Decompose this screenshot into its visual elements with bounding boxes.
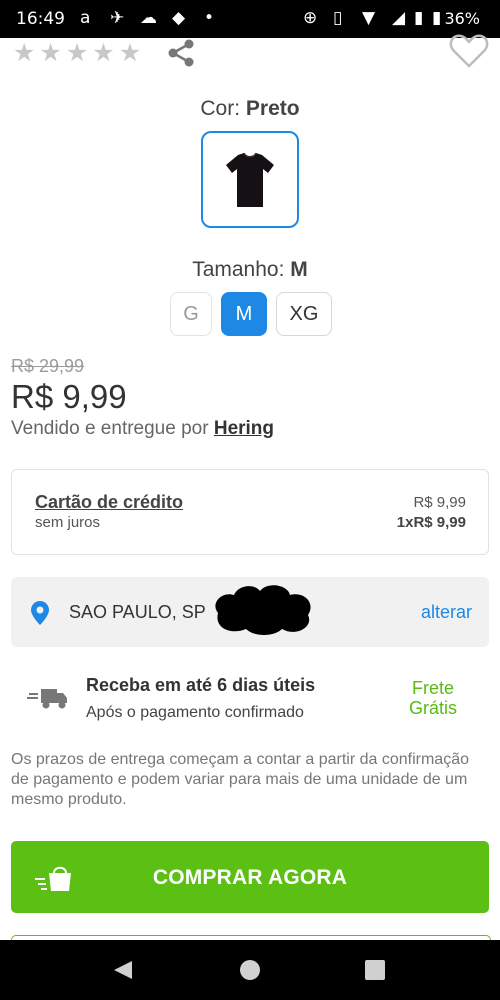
data-saver-icon: ⊕ [303, 8, 318, 28]
seller-info: Vendido e entregue por Hering [11, 418, 274, 440]
current-price: R$ 9,99 [11, 378, 127, 415]
nav-home-icon[interactable] [240, 960, 260, 980]
size-label-text: Tamanho: [192, 258, 285, 281]
color-value: Preto [245, 97, 300, 120]
color-option-swatch[interactable] [201, 131, 299, 228]
brain-icon: ☁ [140, 8, 157, 28]
fast-delivery-truck-icon [27, 689, 67, 709]
network-icon: ▮ [414, 8, 424, 28]
flame-icon: ◆ [172, 8, 186, 28]
location-pin-icon [31, 601, 49, 625]
payment-note: sem juros [35, 514, 101, 531]
status-bar: 16:49 a ✈ ☁ ◆ • ⊕ ▯ ▼ ◢ ▮ ▮ 36% [0, 0, 500, 38]
free-shipping-badge: Frete Grátis [396, 678, 470, 718]
size-selector-label: Tamanho: M [0, 258, 500, 282]
tshirt-thumbnail [226, 152, 274, 207]
status-time: 16:49 [16, 9, 65, 29]
nav-recent-apps-icon[interactable] [365, 960, 385, 980]
location-text: SAO PAULO, SP [69, 602, 206, 622]
seller-link[interactable]: Hering [214, 418, 274, 439]
nav-back-icon[interactable] [112, 959, 134, 981]
rating-stars[interactable]: ★ ★ ★ ★ ★ [13, 38, 141, 68]
star-icon: ★ [65, 39, 89, 67]
buy-now-button[interactable]: COMPRAR AGORA [11, 841, 489, 913]
signature-icon: ✈ [110, 8, 125, 28]
battery-percent: 36% [444, 9, 480, 28]
free-shipping-line1: Frete [411, 678, 454, 698]
free-shipping-line2: Grátis [408, 698, 457, 718]
change-location-link[interactable]: alterar [421, 602, 472, 623]
seller-prefix: Vendido e entregue por [11, 418, 209, 439]
signal-icon: ▼ [362, 8, 376, 28]
android-nav-bar [0, 940, 500, 1000]
size-option-g[interactable]: G [170, 292, 212, 336]
payment-total: R$ 9,99 [413, 494, 466, 511]
favorite-heart-icon[interactable] [448, 30, 490, 70]
color-label-text: Cor: [200, 97, 241, 120]
payment-method-link[interactable]: Cartão de crédito [35, 492, 183, 513]
color-selector-label: Cor: Preto [0, 97, 500, 121]
delivery-estimate-subtitle: Após o pagamento confirmado [86, 704, 304, 721]
delivery-estimate-title: Receba em até 6 dias úteis [86, 675, 316, 695]
redacted-scribble [215, 585, 311, 635]
star-icon: ★ [39, 39, 62, 67]
delivery-disclaimer: Os prazos de entrega começam a contar a … [11, 751, 469, 808]
old-price: R$ 29,99 [11, 356, 85, 376]
dot-icon: • [204, 8, 215, 28]
size-option-xg[interactable]: XG [276, 292, 332, 336]
payment-installment: 1xR$ 9,99 [396, 514, 466, 531]
star-icon: ★ [92, 39, 115, 67]
amazon-icon: a [80, 8, 91, 28]
vibrate-icon: ▯ [333, 8, 343, 28]
star-icon: ★ [13, 39, 36, 67]
size-option-m[interactable]: M [221, 292, 267, 336]
share-icon[interactable] [165, 38, 197, 68]
battery-icon: ▮ [432, 8, 442, 28]
star-icon: ★ [118, 39, 142, 67]
size-value: M [290, 258, 308, 281]
wifi-icon: ◢ [392, 8, 406, 28]
payment-option-card[interactable]: Cartão de crédito sem juros R$ 9,99 1xR$… [11, 469, 489, 555]
buy-now-label: COMPRAR AGORA [152, 866, 348, 889]
